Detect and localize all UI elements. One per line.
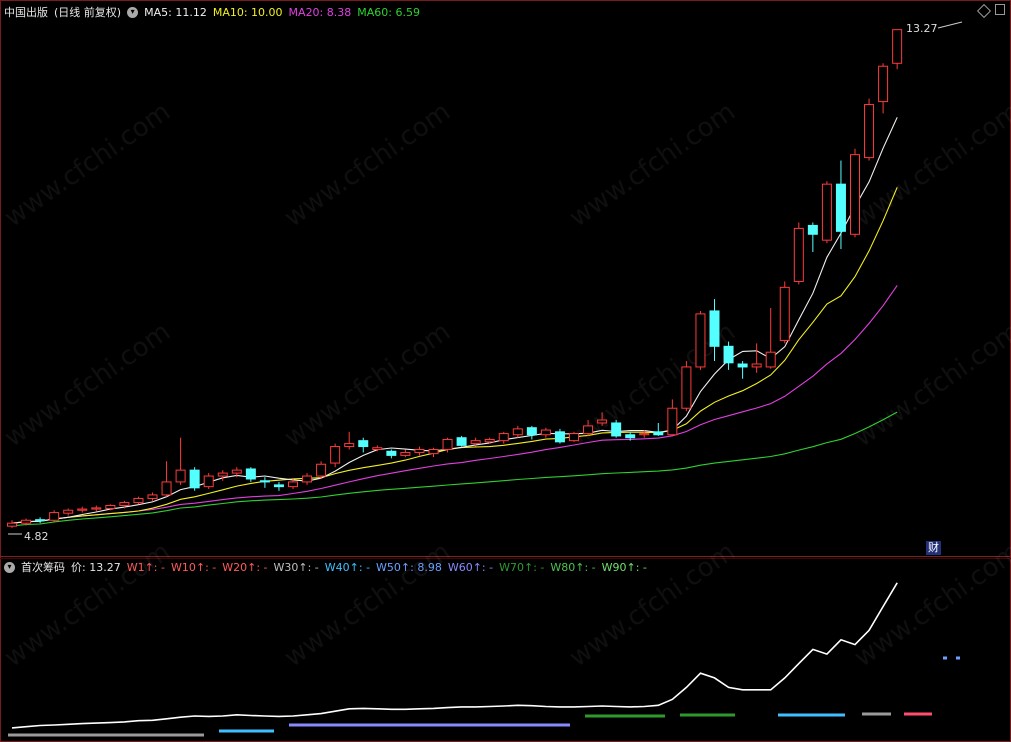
w10-value: W10↑: - bbox=[170, 560, 217, 574]
chip-indicator-chart[interactable] bbox=[0, 0, 1011, 742]
diamond-icon[interactable] bbox=[976, 3, 992, 19]
ma5-value: 11.12 bbox=[175, 5, 207, 19]
w60-value: W60↑: - bbox=[447, 560, 494, 574]
w80-value: W80↑: - bbox=[550, 560, 596, 574]
low-price-label: 4.82 bbox=[24, 530, 49, 543]
ma20-value: 8.38 bbox=[326, 5, 352, 19]
w90-value: W90↑: - bbox=[601, 560, 647, 574]
chip-cost-line bbox=[11, 582, 898, 729]
w1-value: W1↑: - bbox=[126, 560, 165, 574]
price-value: 13.27 bbox=[89, 561, 121, 574]
stock-name: 中国出版 bbox=[4, 6, 48, 19]
w50-value: W50↑: 8.98 bbox=[376, 560, 442, 574]
indicator-name[interactable]: 首次筹码 bbox=[21, 559, 65, 575]
w30-value: W30↑: - bbox=[273, 560, 319, 574]
finance-badge[interactable]: 财 bbox=[926, 541, 941, 555]
sub-panel-header: ▾ 首次筹码 价: 13.27 W1↑: - W10↑: - W20↑: - W… bbox=[4, 559, 647, 575]
panel-controls bbox=[976, 3, 1005, 19]
chevron-down-icon[interactable]: ▾ bbox=[4, 561, 15, 573]
ma10-label: MA10: bbox=[212, 5, 248, 19]
ma60-label: MA60: bbox=[357, 5, 392, 19]
ma5-label: MA5: bbox=[144, 5, 172, 19]
ma10-value: 10.00 bbox=[251, 5, 283, 19]
w40-value: W40↑: - bbox=[324, 560, 371, 574]
high-price-label: 13.27 bbox=[906, 22, 938, 35]
price-label: 价: bbox=[71, 561, 86, 574]
main-panel-header: 中国出版 (日线 前复权) ▾ MA5: 11.12 MA10: 10.00 M… bbox=[4, 4, 420, 20]
ma60-value: 6.59 bbox=[395, 5, 420, 19]
window-toggle-icon[interactable] bbox=[995, 4, 1005, 15]
chevron-down-icon[interactable]: ▾ bbox=[127, 6, 139, 18]
w20-value: W20↑: - bbox=[222, 560, 268, 574]
w70-value: W70↑: - bbox=[499, 560, 545, 574]
period-label[interactable]: (日线 前复权) bbox=[54, 4, 121, 20]
ma20-label: MA20: bbox=[288, 5, 324, 19]
